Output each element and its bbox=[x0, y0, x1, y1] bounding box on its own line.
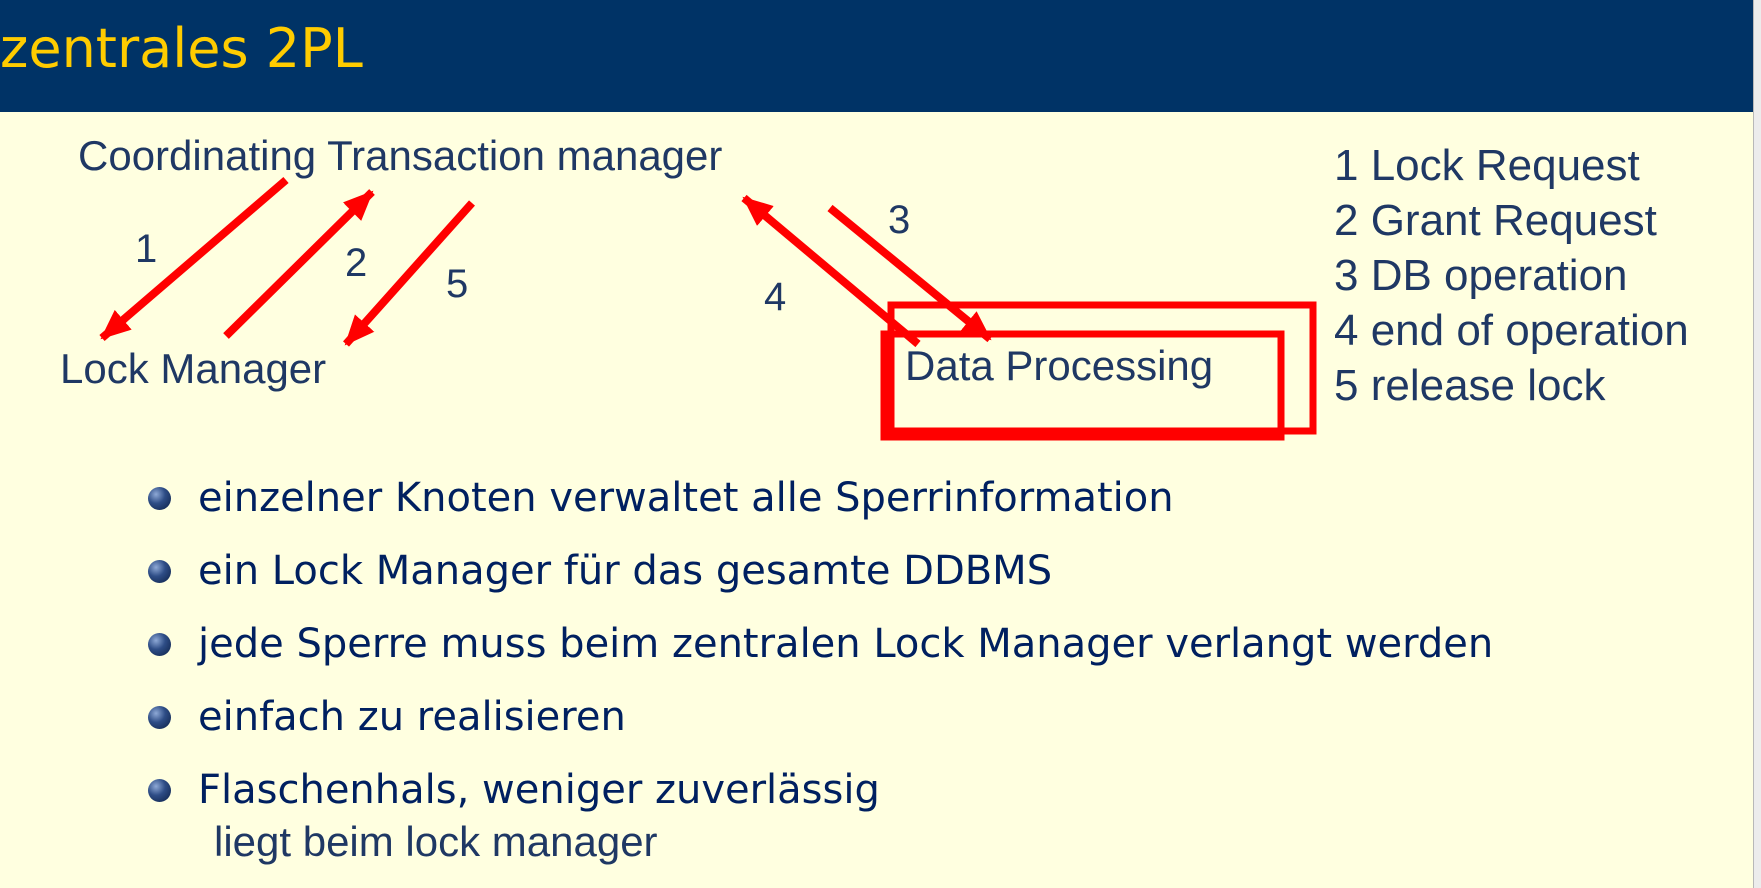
bullet-text: Flaschenhals, weniger zuverlässig bbox=[198, 767, 880, 813]
bullet-item: einzelner Knoten verwaltet alle Sperrinf… bbox=[148, 468, 1493, 541]
arrow-lock-request bbox=[99, 176, 289, 342]
node-coordinator: Coordinating Transaction manager bbox=[78, 132, 722, 179]
legend-item: 5 release lock bbox=[1334, 361, 1606, 410]
bullet-text: ein Lock Manager für das gesamte DDBMS bbox=[198, 548, 1053, 594]
bullet-dot-icon bbox=[148, 779, 171, 802]
bullet-item: ein Lock Manager für das gesamte DDBMS bbox=[148, 541, 1493, 614]
legend-item: 4 end of operation bbox=[1334, 306, 1689, 355]
legend-item: 1 Lock Request bbox=[1334, 141, 1640, 190]
bullet-list: einzelner Knoten verwaltet alle Sperrinf… bbox=[148, 468, 1493, 833]
bullet-dot-icon bbox=[148, 706, 171, 729]
bottleneck-note: liegt beim lock manager bbox=[214, 818, 658, 865]
bullet-text: einfach zu realisieren bbox=[198, 694, 626, 740]
arrow-label-3: 3 bbox=[888, 198, 910, 242]
bullet-item: einfach zu realisieren bbox=[148, 687, 1493, 760]
arrow-label-5: 5 bbox=[446, 262, 468, 306]
step-legend: 1 Lock Request 2 Grant Request 3 DB oper… bbox=[1334, 138, 1689, 413]
bullet-dot-icon bbox=[148, 633, 171, 656]
bullet-dot-icon bbox=[148, 487, 171, 510]
arrow-label-4: 4 bbox=[764, 275, 786, 319]
slide: zentrales 2PL Coordinating Transaction m… bbox=[0, 0, 1753, 888]
legend-item: 3 DB operation bbox=[1334, 251, 1628, 300]
arrow-label-1: 1 bbox=[135, 227, 157, 271]
window-edge-scrollbar bbox=[1753, 0, 1761, 888]
arrow-label-2: 2 bbox=[345, 241, 367, 285]
bullet-item: jede Sperre muss beim zentralen Lock Man… bbox=[148, 614, 1493, 687]
node-data-processing: Data Processing bbox=[905, 342, 1213, 389]
bullet-dot-icon bbox=[148, 560, 171, 583]
legend-item: 2 Grant Request bbox=[1334, 196, 1657, 245]
bullet-text: einzelner Knoten verwaltet alle Sperrinf… bbox=[198, 475, 1174, 521]
bullet-text: jede Sperre muss beim zentralen Lock Man… bbox=[198, 621, 1494, 667]
node-lock-manager: Lock Manager bbox=[60, 345, 326, 392]
